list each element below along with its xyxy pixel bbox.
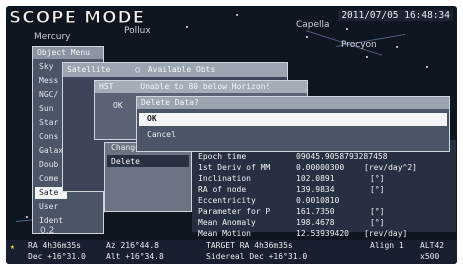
object-menu-item-sun[interactable]: Sun [39, 104, 53, 113]
status-alt-label: ALT42 [420, 241, 445, 250]
object-menu-item-comet[interactable]: Come [39, 174, 58, 183]
orbit-info-value: 12.53939420 [296, 229, 349, 238]
object-menu-item-galaxy[interactable]: Galax [39, 146, 63, 155]
object-menu-item-sky[interactable]: Sky [39, 62, 53, 71]
object-menu-item-constellation[interactable]: Cons [39, 132, 58, 141]
orbit-info-unit: [rev/day] [364, 229, 408, 238]
orbit-info-label: RA of node [198, 185, 247, 194]
warning-header: HST Unable to 80 below Horizon! [95, 81, 307, 93]
delete-ok-option[interactable]: OK [147, 114, 157, 123]
orbit-info-label: Inclination [198, 174, 251, 183]
hand-controller-screen: Pollux Mercury Capella Procyon SCOPE MOD… [6, 6, 457, 264]
object-menu-title: Object Menu [33, 47, 103, 59]
object-menu-item-user[interactable]: User [39, 202, 58, 211]
star-dot [186, 26, 188, 28]
object-menu-item-satellite[interactable]: Sate [39, 188, 58, 197]
orbit-info-value: 0.0010810 [296, 196, 340, 205]
orbit-info-value: 09045.9058793287458 [296, 152, 388, 161]
orbit-info-label: 1st Deriv of MM [198, 163, 271, 172]
star-dot [396, 46, 398, 48]
mode-title: SCOPE MODE [8, 8, 146, 29]
status-az: Az 216°44.8 [106, 241, 159, 250]
orbit-info-value: 102.0891 [296, 174, 335, 183]
scope-star-icon: ★ [10, 242, 15, 251]
orbit-info-label: Parameter for P [198, 207, 271, 216]
warning-message: Unable to 80 below Horizon! [140, 82, 271, 91]
status-alt: Alt +16°34.8 [106, 252, 164, 261]
orbit-info-panel: Epoch time 09045.9058793287458 1st Deriv o… [192, 140, 456, 238]
delete-cancel-option[interactable]: Cancel [147, 130, 176, 139]
status-bar: ★ RA 4h36m35s Dec +16°31.0 Az 216°44.8 A… [6, 240, 457, 264]
orbit-info-value: 161.7350 [296, 207, 335, 216]
sky-label-procyon: Procyon [341, 40, 377, 50]
status-sidereal: Sidereal Dec +16°31.0 [206, 252, 308, 261]
star-dot [346, 28, 348, 30]
satellite-header: Satellite ◯ Available Obts [63, 63, 287, 77]
satellite-title: Satellite [67, 65, 111, 74]
orbit-info-label: Epoch time [198, 152, 247, 161]
orbit-info-label: Mean Motion [198, 229, 251, 238]
delete-dialog: Delete Data? OK Cancel [136, 96, 450, 152]
delete-option-selection [139, 113, 447, 126]
orbit-info-label: Eccentricity [198, 196, 256, 205]
orbit-info-value: 198.4678 [296, 218, 335, 227]
object-menu-item-star[interactable]: Star [39, 118, 58, 127]
delete-dialog-header: Delete Data? [137, 97, 449, 109]
satellite-submenu: Change Data Delete [104, 142, 192, 212]
available-radio-icon[interactable]: ◯ [135, 65, 140, 74]
object-menu-item-double[interactable]: Doub [39, 160, 58, 169]
sky-scale-label: 0.2 [40, 226, 55, 236]
orbit-info-unit: [°] [370, 174, 385, 183]
orbit-info-value: 0.00000300 [296, 163, 345, 172]
camera-photo-of-lcd: Pollux Mercury Capella Procyon SCOPE MOD… [0, 0, 463, 270]
warning-title: HST [99, 82, 114, 91]
star-dot [236, 14, 238, 16]
status-rate: x500 [420, 252, 440, 261]
star-dot [26, 216, 28, 218]
star-dot [426, 66, 428, 68]
status-ra: RA 4h36m35s [28, 241, 81, 250]
orbit-info-unit: [°] [370, 185, 385, 194]
object-menu-item-ngc[interactable]: NGC/ [39, 90, 58, 99]
object-menu-item-messier[interactable]: Mess [39, 76, 58, 85]
orbit-info-label: Mean Anomaly [198, 218, 256, 227]
orbit-info-unit: [°] [370, 207, 385, 216]
status-align: Align 1 [370, 241, 404, 250]
sky-label-mercury: Mercury [34, 32, 71, 42]
submenu-item-delete[interactable]: Delete [111, 157, 140, 166]
warning-ok-button[interactable]: OK [113, 101, 123, 110]
orbit-info-value: 139.9834 [296, 185, 335, 194]
object-menu-item-identify[interactable]: Ident [39, 216, 63, 225]
status-target: TARGET RA 4h36m35s [206, 241, 293, 250]
available-option[interactable]: Available Obts [148, 65, 215, 74]
date-time-readout: 2011/07/05 16:48:34 [338, 10, 453, 21]
orbit-info-unit: [°] [370, 218, 385, 227]
star-dot [306, 36, 308, 38]
orbit-info-unit: [rev/day^2] [364, 163, 417, 172]
status-dec: Dec +16°31.0 [28, 252, 86, 261]
sky-label-capella: Capella [296, 20, 330, 30]
star-dot [366, 56, 368, 58]
